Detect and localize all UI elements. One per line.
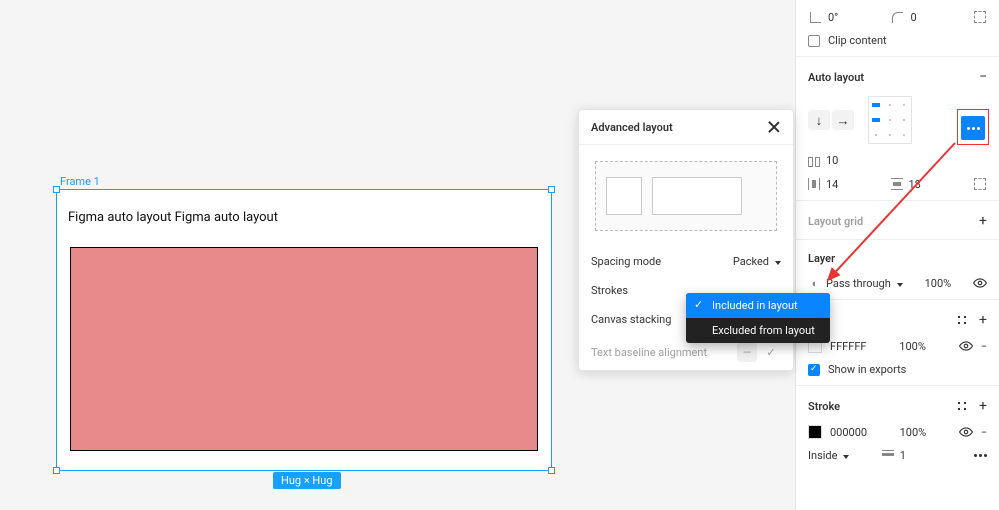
preview-box: [652, 177, 742, 215]
stroke-opacity[interactable]: 100%: [900, 426, 927, 439]
clip-content-row[interactable]: Clip content: [796, 29, 999, 52]
chevron-down-icon: [895, 277, 903, 290]
clip-content-label: Clip content: [828, 34, 887, 47]
advanced-layout-title: Advanced layout: [591, 121, 673, 134]
strokes-label: Strokes: [591, 284, 628, 297]
blend-icon: ◐: [808, 276, 822, 290]
fill-hex[interactable]: FFFFFF: [830, 340, 866, 353]
spacing-mode-label: Spacing mode: [591, 255, 661, 268]
padding-vertical-icon: [891, 178, 903, 190]
independent-corners-icon[interactable]: [973, 10, 987, 24]
stroke-advanced-button[interactable]: [974, 454, 987, 457]
dropdown-item-included[interactable]: Included in layout: [686, 293, 830, 318]
stroke-swatch[interactable]: [808, 425, 822, 439]
eye-icon[interactable]: [959, 339, 973, 353]
remove-fill-button[interactable]: −: [981, 340, 987, 353]
rotation-field[interactable]: 0°: [808, 10, 868, 24]
baseline-off-icon: —: [737, 342, 757, 362]
inspector-panel: 0° 0 Clip content Auto layout − ↓ → 10 1…: [795, 0, 999, 510]
blend-mode-select[interactable]: ◐ Pass through: [808, 276, 903, 290]
padding-horizontal-icon: [808, 178, 820, 190]
spacing-mode-row[interactable]: Spacing mode Packed: [579, 247, 793, 276]
corner-radius-icon: [891, 10, 905, 24]
auto-layout-section: Auto layout −: [796, 61, 999, 91]
corner-radius-field[interactable]: 0: [891, 10, 951, 24]
padding-v-field[interactable]: 18: [891, 178, 951, 191]
stroke-width-field[interactable]: 1: [882, 449, 942, 462]
styles-icon[interactable]: [955, 399, 969, 413]
auto-layout-advanced-button[interactable]: [961, 116, 985, 140]
strokes-dropdown: Included in layout Excluded from layout: [686, 293, 830, 343]
layer-opacity[interactable]: 100%: [925, 277, 952, 290]
hug-badge: Hug × Hug: [273, 472, 341, 489]
add-fill-button[interactable]: +: [979, 312, 987, 328]
show-in-exports-row[interactable]: Show in exports: [796, 358, 999, 381]
alignment-grid[interactable]: [868, 96, 912, 144]
gap-icon: [808, 155, 820, 167]
fill-opacity[interactable]: 100%: [899, 340, 926, 353]
dropdown-item-excluded[interactable]: Excluded from layout: [686, 318, 830, 343]
styles-icon[interactable]: [955, 313, 969, 327]
eye-icon[interactable]: [959, 425, 973, 439]
inner-rectangle[interactable]: [70, 247, 538, 451]
stroke-position-select[interactable]: Inside: [808, 449, 849, 462]
add-stroke-button[interactable]: +: [979, 398, 987, 414]
preview-box: [606, 177, 642, 215]
canvas-stacking-label: Canvas stacking: [591, 313, 671, 326]
remove-stroke-button[interactable]: −: [981, 426, 987, 439]
independent-padding-icon[interactable]: [973, 177, 987, 191]
stroke-section: Stroke +: [796, 390, 999, 420]
gap-field[interactable]: 10: [808, 154, 868, 167]
chevron-down-icon: [841, 449, 849, 462]
baseline-on-icon: ✓: [761, 342, 781, 362]
padding-h-field[interactable]: 14: [808, 178, 868, 191]
add-layout-grid-button[interactable]: +: [979, 213, 987, 229]
chevron-down-icon: [773, 255, 781, 268]
rotation-icon: [808, 10, 822, 24]
stroke-width-icon: [882, 450, 894, 462]
spacing-mode-value: Packed: [733, 255, 769, 268]
text-baseline-label: Text baseline alignment: [591, 346, 707, 359]
frame-label[interactable]: Frame 1: [60, 175, 100, 188]
direction-horizontal-button[interactable]: →: [832, 110, 854, 130]
layout-preview: [595, 161, 777, 231]
eye-icon[interactable]: [973, 276, 987, 290]
layer-section: Layer: [796, 244, 999, 271]
layout-grid-section[interactable]: Layout grid +: [796, 205, 999, 235]
frame-text: Figma auto layout Figma auto layout: [68, 210, 278, 225]
direction-vertical-button[interactable]: ↓: [808, 110, 830, 130]
show-in-exports-label: Show in exports: [828, 363, 906, 376]
show-in-exports-checkbox[interactable]: [808, 364, 820, 376]
stroke-hex[interactable]: 000000: [830, 426, 867, 439]
clip-content-checkbox[interactable]: [808, 35, 820, 47]
remove-auto-layout-button[interactable]: −: [979, 69, 987, 85]
close-icon[interactable]: [767, 120, 781, 134]
